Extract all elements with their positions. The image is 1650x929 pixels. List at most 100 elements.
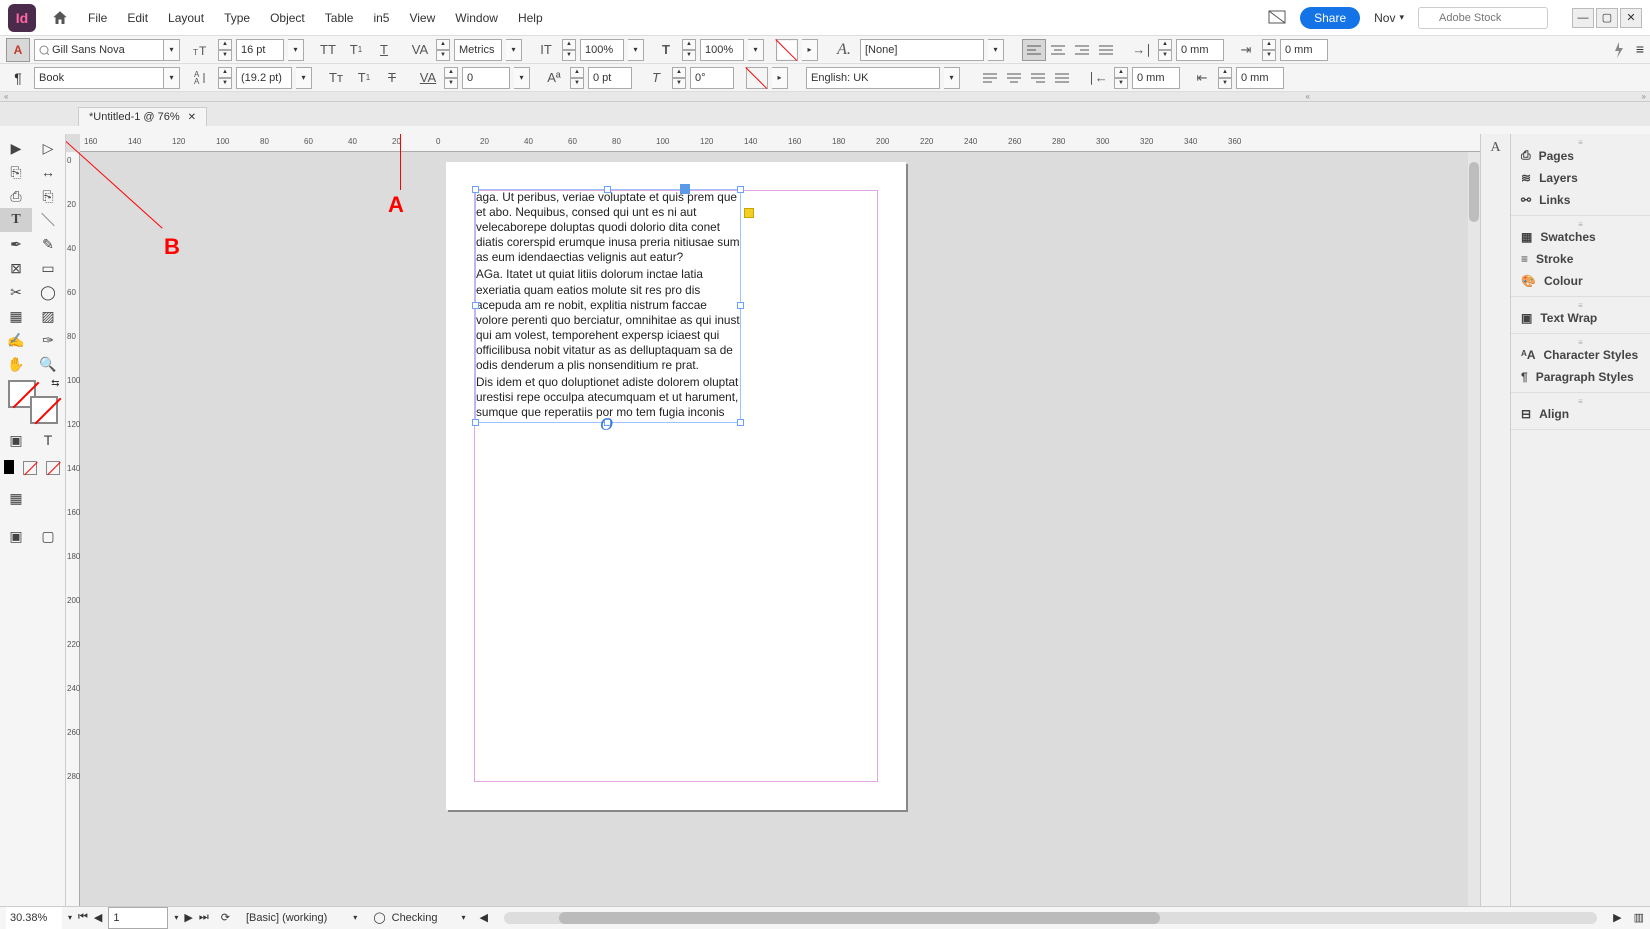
type-tool[interactable]: T (0, 208, 32, 232)
indent-left-field[interactable]: 0 mm (1176, 39, 1224, 61)
open-in-bridge-icon[interactable]: ⟳ (221, 911, 230, 924)
align-left-button[interactable] (1022, 39, 1046, 61)
align-justify-center-button[interactable] (1002, 67, 1026, 89)
minimize-button[interactable]: — (1572, 8, 1594, 28)
close-button[interactable]: ✕ (1620, 8, 1642, 28)
scissors-tool[interactable]: ✂ (0, 280, 32, 304)
vertical-scrollbar[interactable] (1468, 152, 1480, 906)
font-size-spinner[interactable]: ▲▼ (218, 39, 232, 61)
apply-none[interactable] (18, 456, 41, 480)
screen-mode-preview[interactable]: ▢ (32, 524, 64, 548)
hscale-dropdown[interactable]: ▾ (748, 39, 764, 61)
menu-window[interactable]: Window (455, 11, 498, 25)
kerning-field[interactable]: Metrics (454, 39, 502, 61)
char-style-field[interactable]: [None] (860, 39, 984, 61)
scroll-right-button[interactable]: ▶ (1613, 911, 1621, 924)
horizontal-scrollbar[interactable] (504, 912, 1597, 924)
font-size-dropdown[interactable]: ▾ (288, 39, 304, 61)
text-frame[interactable]: O aga. Ut peribus, veriae voluptate et q… (476, 190, 740, 422)
zoom-field[interactable]: 30.38% (6, 907, 62, 929)
baseline-spinner[interactable]: ▲▼ (570, 67, 584, 89)
next-page-button[interactable]: ▶ (184, 911, 192, 924)
leading-field[interactable]: (19.2 pt) (236, 67, 292, 89)
menu-object[interactable]: Object (270, 11, 305, 25)
screen-mode-icon[interactable] (1268, 10, 1286, 26)
vscale-field[interactable]: 100% (580, 39, 624, 61)
char-fill-dropdown[interactable]: ▸ (802, 39, 818, 61)
prev-page-button[interactable]: ◀ (94, 911, 102, 924)
char-style-dropdown[interactable]: ▾ (988, 39, 1004, 61)
workspace-dropdown[interactable]: Nov ▾ (1374, 11, 1404, 25)
character-mode-toggle[interactable]: A (6, 38, 30, 62)
menu-edit[interactable]: Edit (127, 11, 148, 25)
direct-selection-tool[interactable]: ▷ (32, 136, 64, 160)
kerning-spinner[interactable]: ▲▼ (436, 39, 450, 61)
tracking-spinner[interactable]: ▲▼ (444, 67, 458, 89)
underline-icon[interactable]: T (372, 39, 396, 61)
align-justify-button[interactable] (1094, 39, 1118, 61)
paragraph-mode-toggle[interactable]: ¶ (6, 66, 30, 90)
apply-color-black[interactable] (4, 460, 14, 474)
page-tool[interactable]: ⎘ (0, 160, 32, 184)
menu-type[interactable]: Type (224, 11, 250, 25)
font-size-field[interactable]: 16 pt (236, 39, 284, 61)
tracking-dropdown[interactable]: ▾ (514, 67, 530, 89)
vscale-dropdown[interactable]: ▾ (628, 39, 644, 61)
panel-swatches[interactable]: ▦Swatches (1511, 226, 1650, 248)
align-justify-right-button[interactable] (1026, 67, 1050, 89)
leading-dropdown[interactable]: ▾ (296, 67, 312, 89)
split-view-icon[interactable]: ▥ (1634, 911, 1644, 924)
home-icon[interactable] (48, 6, 72, 30)
preset-dropdown-icon[interactable]: ▾ (353, 913, 357, 922)
allcaps-icon[interactable]: TT (316, 39, 340, 61)
indent-lastline-spinner[interactable]: ▲▼ (1218, 67, 1232, 89)
gap-tool[interactable]: ↔ (32, 160, 64, 184)
panel-paragraph-styles[interactable]: ¶Paragraph Styles (1511, 366, 1650, 388)
panel-character-styles[interactable]: ᴬACharacter Styles (1511, 344, 1650, 366)
document-canvas[interactable]: 1601401201008060402002040608010012014016… (66, 134, 1480, 906)
pencil-tool[interactable]: ✎ (32, 232, 64, 256)
hand-tool[interactable]: ✋ (0, 352, 32, 376)
document-tab[interactable]: *Untitled-1 @ 76% ✕ (78, 107, 207, 126)
menu-file[interactable]: File (88, 11, 107, 25)
indent-lastline-field[interactable]: 0 mm (1236, 67, 1284, 89)
indent-right-field[interactable]: 0 mm (1132, 67, 1180, 89)
menu-in5[interactable]: in5 (373, 11, 389, 25)
rectangle-tool[interactable]: ▭ (32, 256, 64, 280)
rectangle-frame-tool[interactable]: ⊠ (0, 256, 32, 280)
menu-table[interactable]: Table (325, 11, 354, 25)
menu-help[interactable]: Help (518, 11, 543, 25)
smallcaps-icon[interactable]: Tᴛ (324, 67, 348, 89)
first-page-button[interactable]: ⏮ (78, 911, 88, 924)
screen-mode-normal[interactable]: ▣ (0, 524, 32, 548)
panel-colour[interactable]: 🎨Colour (1511, 270, 1650, 292)
baseline-field[interactable]: 0 pt (588, 67, 632, 89)
menu-view[interactable]: View (409, 11, 435, 25)
zoom-tool[interactable]: 🔍 (32, 352, 64, 376)
language-dropdown[interactable]: ▾ (944, 67, 960, 89)
indent-firstline-spinner[interactable]: ▲▼ (1262, 39, 1276, 61)
strikethrough-icon[interactable]: T (380, 67, 404, 89)
tracking-field[interactable]: 0 (462, 67, 510, 89)
panel-align[interactable]: ⊟Align (1511, 403, 1650, 425)
preflight-dropdown-icon[interactable]: ▾ (461, 913, 465, 922)
share-button[interactable]: Share (1300, 7, 1360, 29)
indent-firstline-field[interactable]: 0 mm (1280, 39, 1328, 61)
zoom-dropdown-icon[interactable]: ▾ (68, 913, 72, 922)
scroll-left-button[interactable]: ◀ (480, 911, 488, 924)
format-text-icon[interactable]: T (32, 428, 64, 452)
collapse-bar-top[interactable]: « « » (0, 92, 1650, 102)
out-port-marker[interactable] (744, 208, 754, 218)
font-style-dropdown[interactable]: ▾ (164, 67, 180, 89)
gradient-feather-tool[interactable]: ▨ (32, 304, 64, 328)
skew-field[interactable]: 0° (690, 67, 734, 89)
font-family-dropdown[interactable]: ▾ (164, 39, 180, 61)
free-transform-tool[interactable]: ◯ (32, 280, 64, 304)
stock-search-input[interactable] (1418, 7, 1548, 29)
page-dropdown-icon[interactable]: ▾ (174, 913, 178, 922)
view-mode-icon[interactable]: ▦ (0, 486, 32, 510)
format-container-icon[interactable]: ▣ (0, 428, 32, 452)
selection-tool[interactable]: ▶ (0, 136, 32, 160)
fill-stroke-swatch[interactable]: ⇆ (8, 380, 58, 424)
close-tab-icon[interactable]: ✕ (188, 112, 196, 123)
